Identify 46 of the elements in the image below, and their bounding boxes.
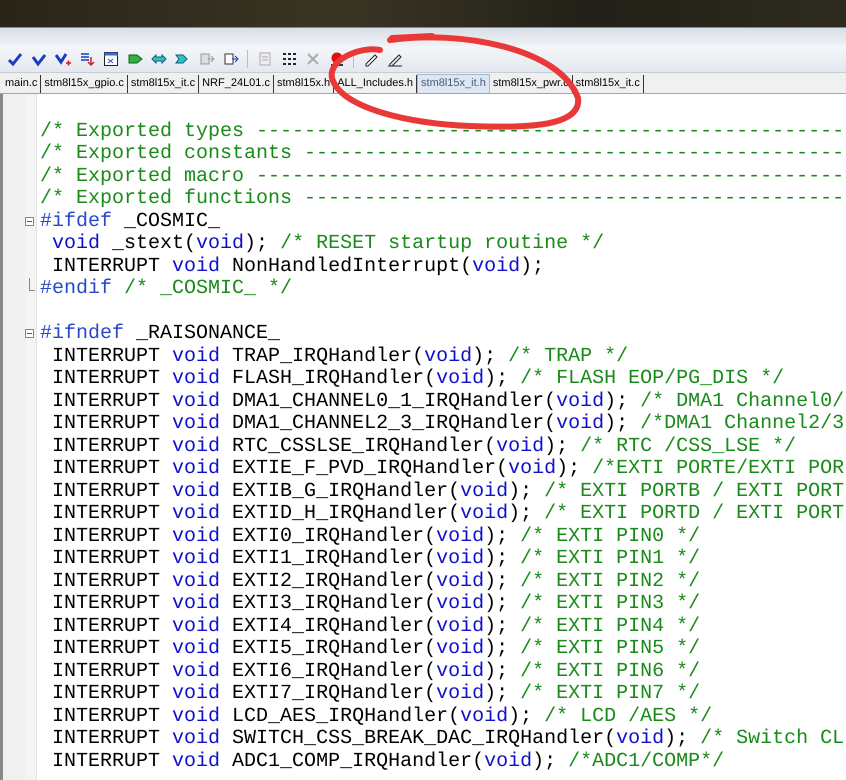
code-line: INTERRUPT void EXTI1_IRQHandler(void); /* EXTI PIN1 */ bbox=[51, 548, 700, 570]
code-line: INTERRUPT void EXTI5_IRQHandler(void); /* EXTI PIN5 */ bbox=[51, 638, 700, 660]
file-tab[interactable]: stm8l15x_it.h bbox=[417, 74, 490, 93]
pages-icon[interactable] bbox=[222, 51, 238, 67]
window-icon[interactable] bbox=[102, 51, 118, 67]
code-line: INTERRUPT void RTC_CSSLSE_IRQHandler(void); /* RTC /CSS_LSE */ bbox=[51, 436, 796, 458]
code-line: /* Exported types ------------------------------------------------- bbox=[40, 120, 844, 143]
code-line: INTERRUPT void EXTI4_IRQHandler(void); /* EXTI PIN4 */ bbox=[51, 616, 700, 638]
code-line: #ifndef _RAISONANCE_ bbox=[40, 323, 280, 346]
code-line: INTERRUPT void DMA1_CHANNEL2_3_IRQHandler(void); /*DMA1 Channel2/3 bbox=[51, 413, 844, 436]
code-line: INTERRUPT void EXTI3_IRQHandler(void); /* EXTI PIN3 */ bbox=[51, 593, 700, 616]
code-line: INTERRUPT void SWITCH_CSS_BREAK_DAC_IRQHandler(void); /* Switch CL bbox=[51, 728, 844, 750]
code-line: INTERRUPT void EXTI0_IRQHandler(void); /* EXTI PIN0 */ bbox=[51, 526, 700, 548]
code-line: INTERRUPT void EXTI2_IRQHandler(void); /* EXTI PIN2 */ bbox=[51, 570, 700, 593]
file-tab[interactable]: stm8l15x_gpio.c bbox=[41, 75, 128, 93]
fold-toggle-icon[interactable] bbox=[25, 329, 34, 338]
file-tab[interactable]: stm8l15x_it.c bbox=[128, 75, 200, 93]
arrows-icon[interactable] bbox=[150, 51, 166, 67]
code-line: /* Exported macro ------------------------------------------------- bbox=[40, 166, 844, 188]
code-line: /* Exported functions --------------------------------------------- bbox=[40, 188, 844, 210]
code-line: INTERRUPT void EXTIB_G_IRQHandler(void); /* EXTI PORTB / EXTI PORT bbox=[51, 480, 844, 503]
file-tab[interactable]: main.c bbox=[2, 75, 42, 93]
code-line: INTERRUPT void DMA1_CHANNEL0_1_IRQHandler(void); /* DMA1 Channel0/ bbox=[51, 390, 844, 413]
code-line: /* Exported constants --------------------------------------------- bbox=[40, 143, 844, 166]
record-icon[interactable] bbox=[328, 51, 344, 67]
grid-icon[interactable] bbox=[280, 51, 296, 67]
list-arrow-icon[interactable] bbox=[78, 51, 94, 67]
check-icon[interactable] bbox=[30, 51, 46, 67]
file-tab[interactable]: stm8l15x.h bbox=[274, 75, 334, 93]
code-line: INTERRUPT void EXTID_H_IRQHandler(void); /* EXTI PORTD / EXTI PORT bbox=[51, 503, 844, 526]
code-line: INTERRUPT void ADC1_COMP_IRQHandler(void); /*ADC1/COMP*/ bbox=[51, 750, 724, 773]
code-line: INTERRUPT void EXTIE_F_PVD_IRQHandler(void); /*EXTI PORTE/EXTI POR bbox=[51, 458, 844, 480]
code-line: INTERRUPT void EXTI6_IRQHandler(void); /* EXTI PIN6 */ bbox=[51, 660, 700, 683]
code-line: INTERRUPT void EXTI7_IRQHandler(void); /* EXTI PIN7 */ bbox=[51, 683, 700, 706]
check-icon[interactable] bbox=[6, 51, 22, 67]
file-tab[interactable]: NRF_24L01.c bbox=[199, 75, 274, 93]
file-tab[interactable]: stm8l15x_it.c bbox=[572, 75, 644, 93]
code-line: INTERRUPT void FLASH_IRQHandler(void); /* FLASH EOP/PG_DIS */ bbox=[51, 368, 784, 390]
file-tab[interactable]: stm8l15x_pwr.c bbox=[490, 75, 573, 93]
code-line: INTERRUPT void LCD_AES_IRQHandler(void); /* LCD /AES */ bbox=[51, 706, 712, 728]
code-line: void _stext(void); /* RESET startup routine */ bbox=[51, 233, 604, 256]
code-line: INTERRUPT void NonHandledInterrupt(void); bbox=[51, 256, 544, 278]
check-plus-icon[interactable] bbox=[54, 51, 70, 67]
code-line: #ifdef _COSMIC_ bbox=[40, 210, 220, 233]
code-line: #endif /* _COSMIC_ */ bbox=[40, 278, 292, 300]
code-line: INTERRUPT void TRAP_IRQHandler(void); /* TRAP */ bbox=[51, 346, 628, 368]
